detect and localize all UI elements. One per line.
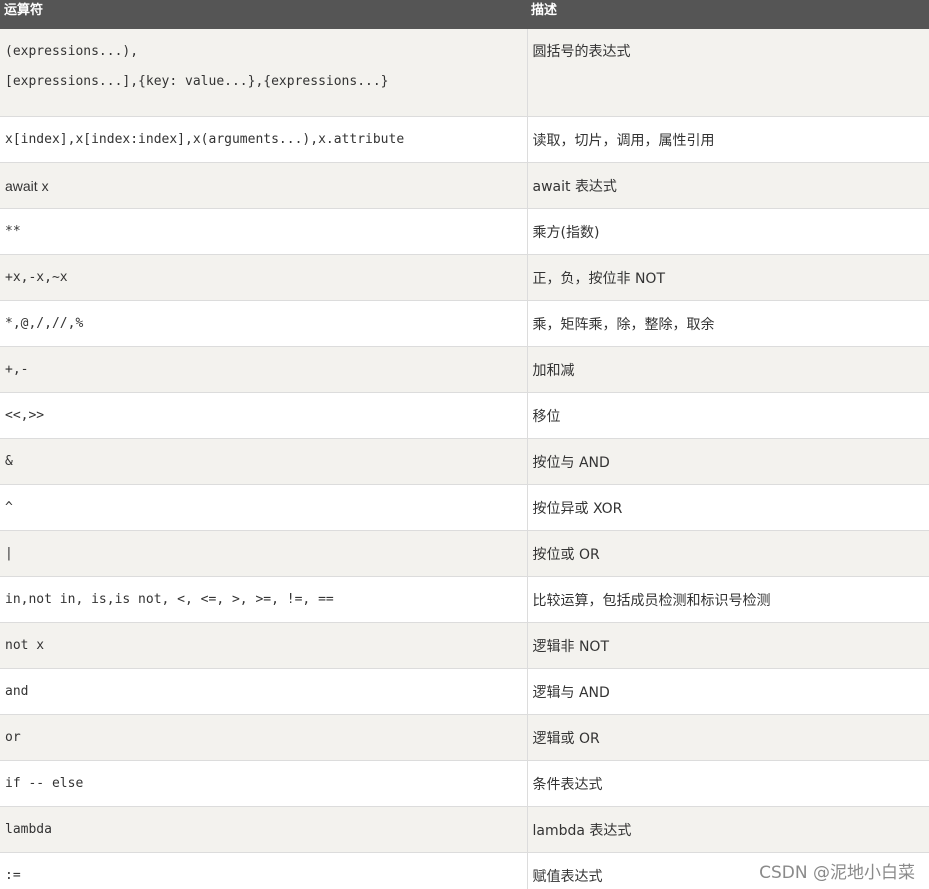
operator-cell: <<,>> — [0, 392, 528, 439]
description-cell: 按位与 AND — [527, 438, 929, 485]
table-row: in,not in, is,is not, <, <=, >, >=, !=, … — [0, 576, 929, 623]
operator-cell: x[index],x[index:index],x(arguments...),… — [0, 116, 528, 163]
operator-precedence-table: 运算符 描述 (expressions...), [expressions...… — [0, 0, 929, 889]
operator-cell: := — [0, 852, 528, 889]
operator-cell: | — [0, 530, 528, 577]
watermark: CSDN @泥地小白菜 — [759, 863, 915, 883]
operator-cell: +x,-x,~x — [0, 254, 528, 301]
operator-cell: & — [0, 438, 528, 485]
table-body: (expressions...), [expressions...],{key:… — [0, 29, 929, 889]
description-cell: 逻辑非 NOT — [527, 622, 929, 669]
operator-cell: or — [0, 714, 528, 761]
description-cell: 加和减 — [527, 346, 929, 393]
operator-cell: not x — [0, 622, 528, 669]
description-cell: await 表达式 — [527, 162, 929, 209]
description-cell: 比较运算，包括成员检测和标识号检测 — [527, 576, 929, 623]
header-operator: 运算符 — [0, 0, 527, 29]
description-cell: 圆括号的表达式 — [527, 29, 929, 117]
table-row: +,- 加和减 — [0, 346, 929, 393]
table-row: if -- else 条件表达式 — [0, 760, 929, 807]
table-header: 运算符 描述 — [0, 0, 929, 29]
description-cell: 逻辑与 AND — [527, 668, 929, 715]
description-cell: 按位或 OR — [527, 530, 929, 577]
description-cell: 乘方(指数) — [527, 208, 929, 255]
table-row: <<,>> 移位 — [0, 392, 929, 439]
table-row: & 按位与 AND — [0, 438, 929, 485]
operator-cell: if -- else — [0, 760, 528, 807]
page: 运算符 描述 (expressions...), [expressions...… — [0, 0, 929, 889]
table-row: +x,-x,~x 正，负，按位非 NOT — [0, 254, 929, 301]
operator-cell: *,@,/,//,% — [0, 300, 528, 347]
operator-cell: ^ — [0, 484, 528, 531]
description-cell: 按位异或 XOR — [527, 484, 929, 531]
header-row: 运算符 描述 — [0, 0, 929, 29]
table-row: await x await 表达式 — [0, 162, 929, 209]
operator-cell: (expressions...), [expressions...],{key:… — [0, 29, 528, 117]
operator-cell: await x — [0, 162, 528, 209]
description-cell: lambda 表达式 — [527, 806, 929, 853]
operator-line: [expressions...],{key: value...},{expres… — [5, 74, 389, 89]
table-row: | 按位或 OR — [0, 530, 929, 577]
table-row: ** 乘方(指数) — [0, 208, 929, 255]
table-row: and 逻辑与 AND — [0, 668, 929, 715]
table-row: ^ 按位异或 XOR — [0, 484, 929, 531]
description-cell: 条件表达式 — [527, 760, 929, 807]
description-cell: 移位 — [527, 392, 929, 439]
description-cell: 逻辑或 OR — [527, 714, 929, 761]
table-row: not x 逻辑非 NOT — [0, 622, 929, 669]
table-row: lambda lambda 表达式 — [0, 806, 929, 853]
operator-cell: in,not in, is,is not, <, <=, >, >=, !=, … — [0, 576, 528, 623]
operator-cell: ** — [0, 208, 528, 255]
description-cell: 正，负，按位非 NOT — [527, 254, 929, 301]
description-cell: 乘，矩阵乘，除，整除，取余 — [527, 300, 929, 347]
header-description: 描述 — [527, 0, 929, 29]
description-cell: 读取，切片，调用，属性引用 — [527, 116, 929, 163]
table-row: x[index],x[index:index],x(arguments...),… — [0, 116, 929, 163]
operator-cell: +,- — [0, 346, 528, 393]
operator-cell: and — [0, 668, 528, 715]
table-row: *,@,/,//,% 乘，矩阵乘，除，整除，取余 — [0, 300, 929, 347]
operator-line: (expressions...), — [5, 44, 139, 59]
table-row: or 逻辑或 OR — [0, 714, 929, 761]
table-row: (expressions...), [expressions...],{key:… — [0, 29, 929, 117]
operator-cell: lambda — [0, 806, 528, 853]
